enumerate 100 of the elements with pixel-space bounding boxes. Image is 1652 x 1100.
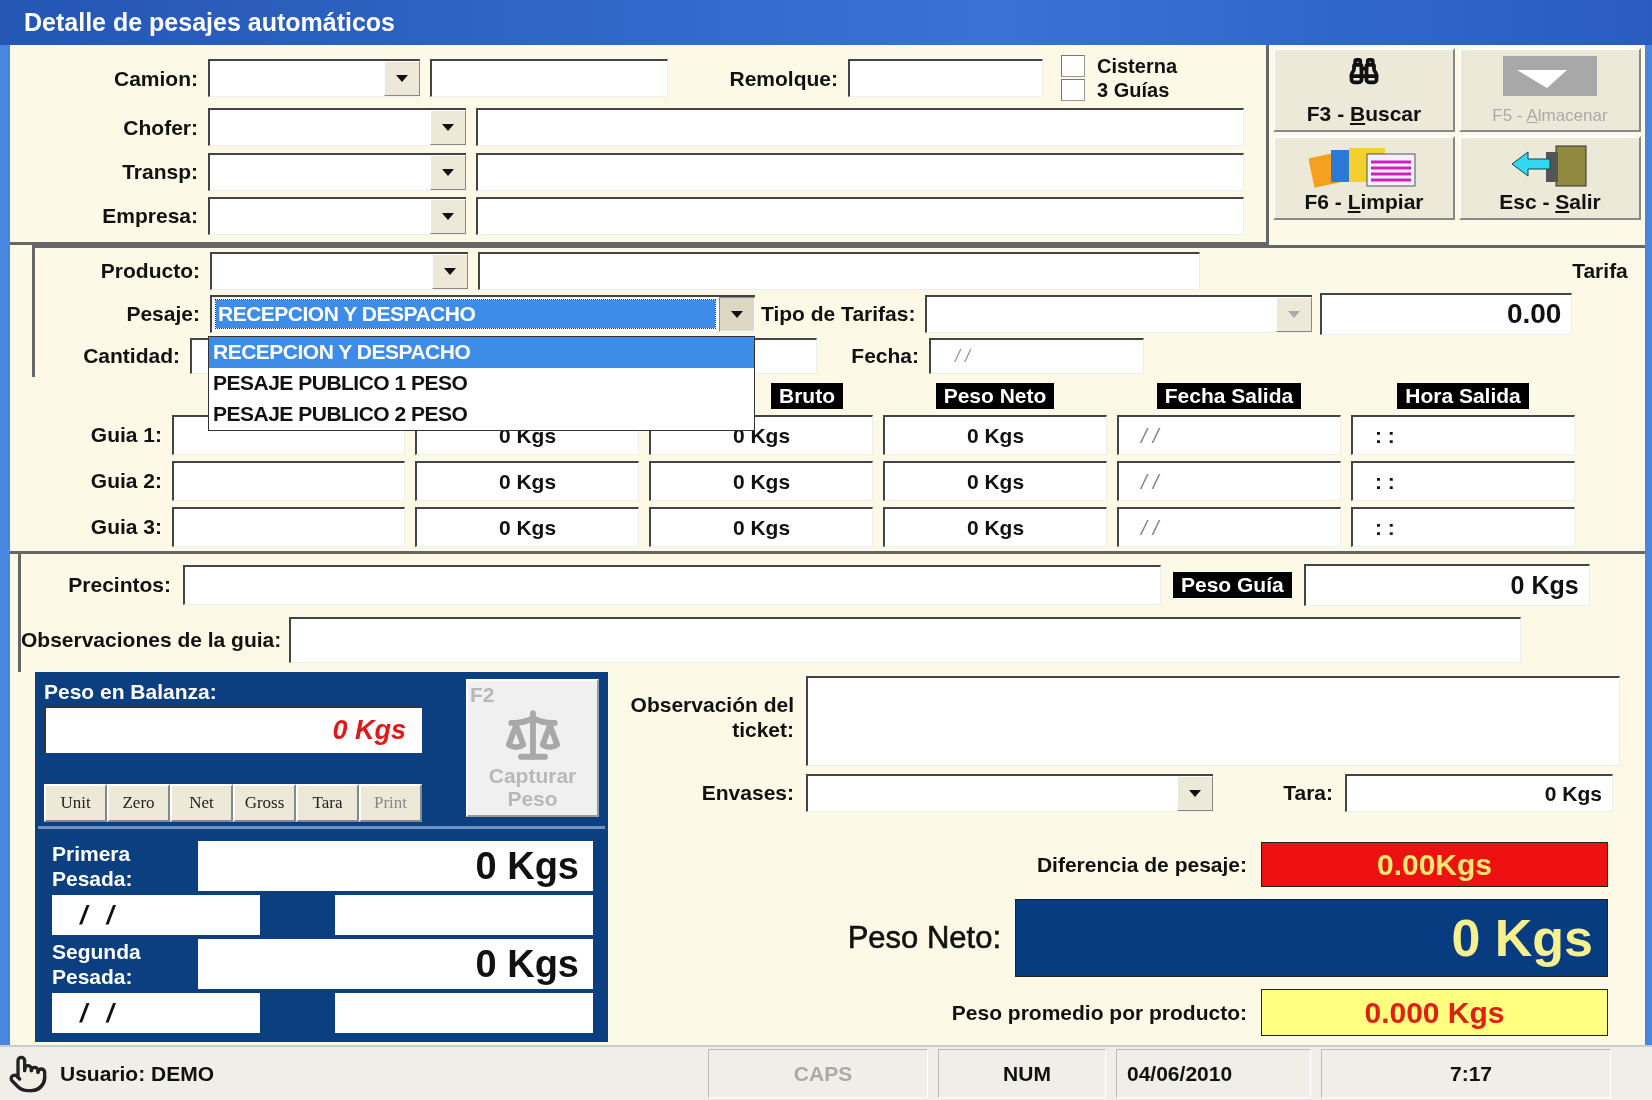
- summary-value: 0 Kgs: [1015, 899, 1608, 977]
- weighing-label: Segunda Pesada:: [52, 938, 142, 990]
- scale-button[interactable]: Zero: [107, 784, 170, 822]
- field-label: Remolque:: [728, 65, 838, 91]
- toolbar-button[interactable]: Esc - Salir: [1459, 136, 1641, 220]
- scale-button[interactable]: Gross: [233, 784, 296, 822]
- column-header: Fecha Salida: [1156, 383, 1302, 409]
- table-cell: : :: [1351, 507, 1575, 547]
- weight-field: 0 Kgs: [198, 841, 593, 891]
- field-label: Pesaje:: [125, 300, 200, 327]
- caret-icon: [442, 124, 454, 132]
- status-panel: 7:17: [1321, 1049, 1611, 1098]
- checkbox[interactable]: [1061, 55, 1085, 78]
- table-cell: 0 Kgs: [883, 461, 1107, 501]
- text-field[interactable]: [476, 108, 1244, 147]
- field-label: Empresa:: [101, 203, 198, 229]
- summary-value: 0.00Kgs: [1261, 842, 1608, 887]
- field-label: Observaciones de la guia:: [21, 626, 282, 653]
- caret-icon: [731, 310, 743, 318]
- summary-label: Diferencia de pesaje:: [1036, 851, 1247, 878]
- text-field[interactable]: 0 Kgs: [1345, 774, 1613, 812]
- row-label: Guia 3:: [89, 514, 162, 540]
- caret-icon: [442, 212, 454, 220]
- scale-button[interactable]: Net: [170, 784, 233, 822]
- table-cell: / /: [1117, 507, 1341, 547]
- summary-value: 0.000 Kgs: [1261, 989, 1608, 1036]
- caret-icon: [1288, 310, 1301, 318]
- text-field[interactable]: [476, 152, 1244, 191]
- field-label: Envases:: [700, 780, 794, 806]
- date-field: / /: [52, 993, 260, 1033]
- table-cell: : :: [1351, 415, 1575, 455]
- table-cell: 0 Kgs: [649, 507, 873, 547]
- table-cell: : :: [1351, 461, 1575, 501]
- scale-button[interactable]: Unit: [44, 784, 107, 822]
- weight-field: 0 Kgs: [198, 939, 593, 989]
- table-cell: 0 Kgs: [883, 415, 1107, 455]
- binoculars-icon: [1349, 56, 1379, 86]
- text-field[interactable]: [478, 251, 1200, 290]
- row-label: Guia 1:: [89, 422, 162, 448]
- summary-label: Peso Neto:: [847, 919, 1001, 957]
- hand-icon: [8, 1053, 48, 1094]
- text-field[interactable]: 0 Kgs: [1303, 563, 1590, 606]
- window-title: Detalle de pesajes automáticos: [24, 8, 395, 37]
- date-field: / /: [52, 895, 260, 935]
- text-area[interactable]: [806, 676, 1620, 766]
- field-label: Chofer:: [122, 114, 198, 140]
- weight-display: 0 Kgs: [44, 706, 422, 754]
- field-label: Tara:: [1282, 780, 1333, 806]
- field-label: Cantidad:: [82, 342, 180, 369]
- table-cell: / /: [1117, 461, 1341, 501]
- field-label: Transp:: [121, 159, 198, 185]
- toolbar-button[interactable]: F3 - Buscar: [1273, 48, 1455, 132]
- caret-icon: [1189, 790, 1201, 797]
- door-arrow-icon: [1510, 144, 1590, 188]
- column-label: Tarifa: [1571, 257, 1629, 284]
- user-label: Usuario: DEMO: [60, 1060, 214, 1087]
- combo-box[interactable]: [208, 196, 466, 235]
- checkbox-label: 3 Guías: [1097, 78, 1170, 103]
- field-label: Precintos:: [67, 571, 171, 598]
- checkbox[interactable]: [1061, 79, 1085, 102]
- scale-button[interactable]: Tara: [296, 784, 359, 822]
- field-label: Tipo de Tarifas:: [761, 300, 916, 327]
- column-header: Bruto: [771, 383, 843, 409]
- text-field[interactable]: [476, 196, 1244, 235]
- table-cell: 0 Kgs: [415, 507, 639, 547]
- field-label: Producto:: [99, 257, 200, 284]
- text-field[interactable]: [430, 59, 668, 98]
- row-label: Guia 2:: [89, 468, 162, 494]
- column-header: Hora Salida: [1397, 383, 1529, 409]
- toolbar-button[interactable]: F6 - Limpiar: [1273, 136, 1455, 220]
- combo-box[interactable]: [208, 59, 420, 98]
- field-label: Fecha:: [850, 342, 919, 369]
- text-field[interactable]: [183, 564, 1161, 605]
- caret-icon: [442, 168, 454, 176]
- text-field[interactable]: 0.00: [1320, 292, 1573, 335]
- text-field[interactable]: [848, 59, 1043, 98]
- field-label: Observación del ticket:: [629, 691, 794, 743]
- table-cell: 0 Kgs: [649, 461, 873, 501]
- weighing-label: Primera Pesada:: [52, 840, 134, 892]
- text-field[interactable]: [172, 461, 405, 501]
- field-label: Camion:: [113, 65, 198, 91]
- combo-box[interactable]: [806, 774, 1213, 812]
- column-header: Peso Neto: [935, 383, 1055, 409]
- field-label: Peso Guía: [1173, 571, 1292, 598]
- table-cell: / /: [1117, 415, 1341, 455]
- caret-icon: [444, 267, 456, 275]
- text-field[interactable]: [289, 616, 1522, 663]
- combo-box[interactable]: [208, 152, 466, 191]
- table-cell: 0 Kgs: [415, 461, 639, 501]
- text-field[interactable]: [172, 507, 405, 547]
- panel-label: Peso en Balanza:: [44, 679, 218, 705]
- caret-icon: [396, 75, 408, 83]
- combo-box[interactable]: [208, 108, 466, 147]
- selected-value: RECEPCION Y DESPACHO: [216, 300, 715, 328]
- table-cell: 0 Kgs: [883, 507, 1107, 547]
- combo-box[interactable]: [210, 251, 468, 290]
- status-panel: CAPS: [708, 1049, 928, 1098]
- dropdown-button[interactable]: [719, 296, 755, 332]
- summary-label: Peso promedio por producto:: [951, 999, 1247, 1026]
- image-icon: [1503, 56, 1597, 96]
